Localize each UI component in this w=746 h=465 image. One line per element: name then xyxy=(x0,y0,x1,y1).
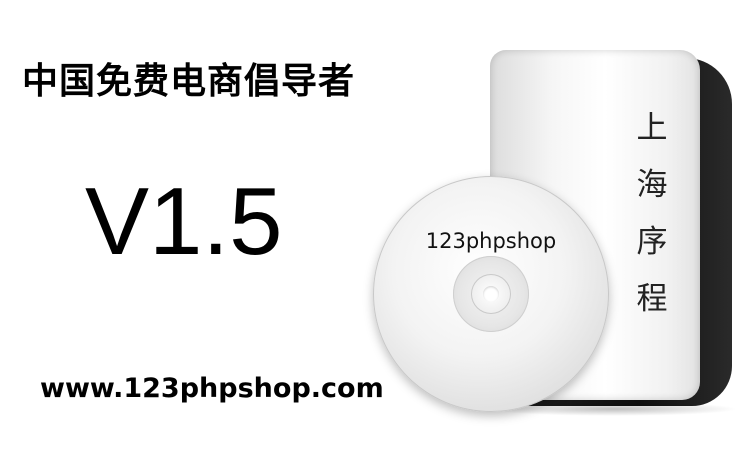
disc-center-hole xyxy=(483,286,499,302)
website-url: www.123phpshop.com xyxy=(40,373,384,404)
disc-label: 123phpshop xyxy=(425,229,557,253)
cd-disc: 123phpshop xyxy=(373,176,609,412)
version-title: V1.5 xyxy=(85,168,283,275)
box-vertical-text: 上 海 序 程 xyxy=(636,110,668,317)
headline: 中国免费电商倡导者 xyxy=(22,61,356,102)
disc-hub xyxy=(471,274,511,314)
disc-hub-ring xyxy=(453,256,529,332)
